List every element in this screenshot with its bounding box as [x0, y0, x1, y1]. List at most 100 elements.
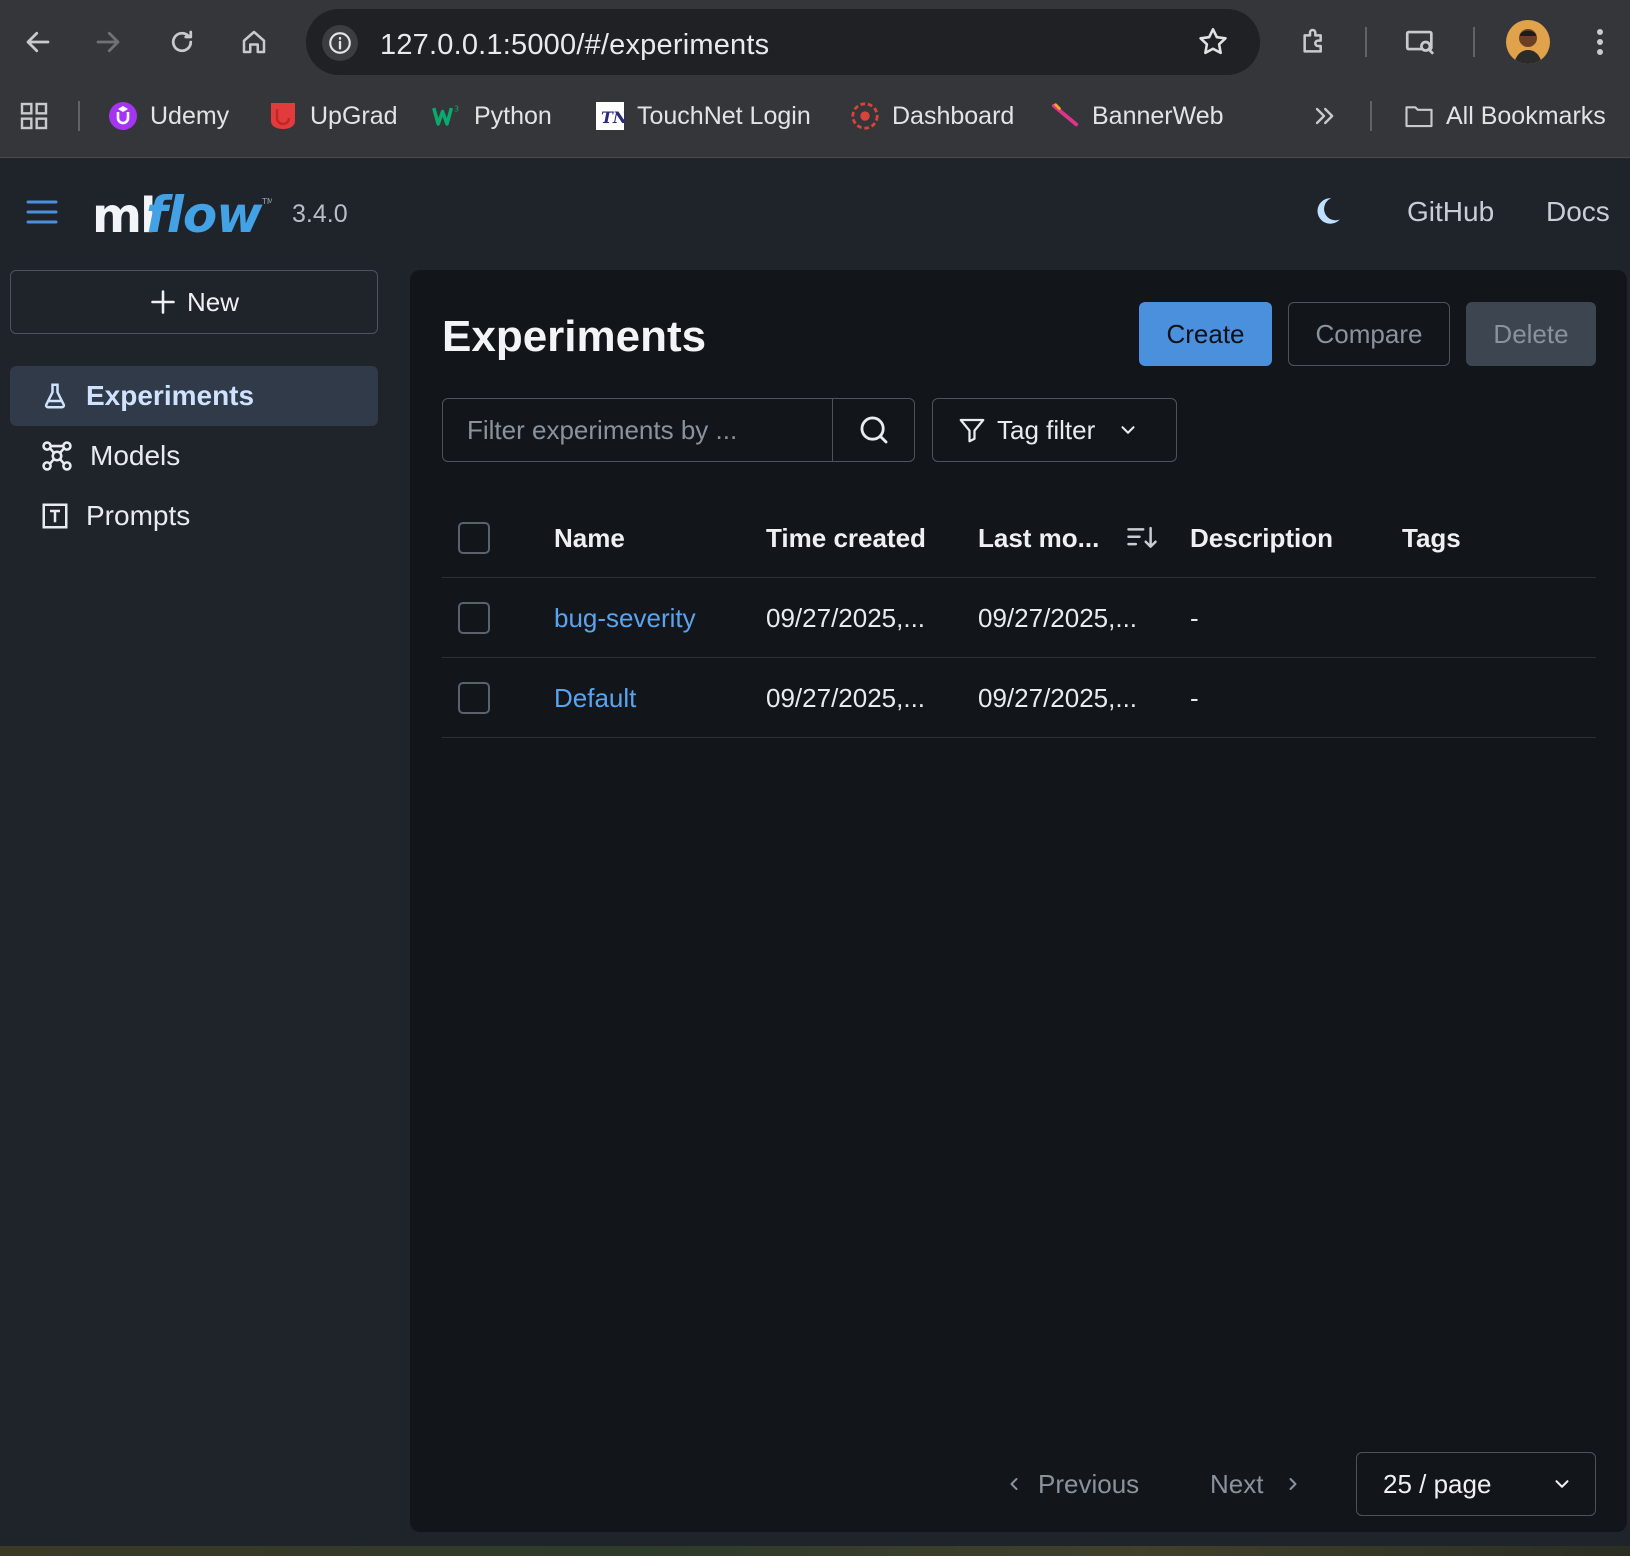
- bookmark-bannerweb[interactable]: BannerWeb: [1050, 96, 1224, 136]
- chevron-right-icon: [1289, 1478, 1297, 1490]
- compare-button[interactable]: Compare: [1288, 302, 1450, 366]
- select-all-cell: [458, 498, 490, 578]
- forward-button[interactable]: [88, 22, 128, 62]
- info-icon: [329, 32, 351, 54]
- column-header-time-created[interactable]: Time created: [766, 498, 926, 578]
- arrow-right-icon: [96, 31, 120, 53]
- bookmark-python[interactable]: 3 Python: [432, 96, 552, 136]
- sidebar-item-experiments[interactable]: Experiments: [10, 366, 378, 426]
- column-header-last-modified[interactable]: Last mo...: [978, 498, 1099, 578]
- screen-search-icon: [1405, 30, 1434, 55]
- description-cell: -: [1190, 602, 1199, 633]
- apps-grid-icon: [20, 102, 48, 130]
- all-bookmarks-button[interactable]: All Bookmarks: [1404, 96, 1606, 136]
- previous-page-button[interactable]: Previous: [1004, 1452, 1139, 1516]
- github-link[interactable]: GitHub: [1407, 196, 1494, 228]
- back-button[interactable]: [18, 22, 58, 62]
- svg-text:3: 3: [454, 105, 459, 114]
- bookmark-touchnet[interactable]: TN TouchNet Login: [595, 96, 811, 136]
- chevron-down-icon: [1555, 1480, 1569, 1488]
- main-panel: Experiments Create Compare Delete Tag fi…: [410, 270, 1627, 1532]
- flask-icon: [44, 383, 66, 409]
- puzzle-icon: [1303, 28, 1322, 53]
- chrome-separator: [1365, 27, 1367, 57]
- site-info-button[interactable]: [322, 25, 358, 61]
- page-title: Experiments: [442, 312, 707, 361]
- more-bookmarks-button[interactable]: [1310, 96, 1338, 136]
- table-header: Name Time created Last mo... Description…: [442, 498, 1596, 578]
- bannerweb-icon: [1050, 101, 1080, 131]
- docs-link[interactable]: Docs: [1546, 196, 1610, 228]
- version-label: 3.4.0: [292, 200, 348, 228]
- time-created-cell: 09/27/2025,...: [766, 682, 926, 713]
- table-row: Default 09/27/2025,... 09/27/2025,... -: [442, 658, 1596, 738]
- filter-box: [442, 398, 915, 462]
- search-button[interactable]: [832, 399, 914, 461]
- next-page-button[interactable]: Next: [1210, 1452, 1303, 1516]
- sort-descending-icon: [1127, 526, 1157, 548]
- menu-toggle-button[interactable]: [26, 198, 58, 226]
- select-all-checkbox[interactable]: [458, 522, 490, 554]
- more-vertical-icon: [1597, 29, 1603, 55]
- create-button[interactable]: Create: [1139, 302, 1272, 366]
- table-row: bug-severity 09/27/2025,... 09/27/2025,.…: [442, 578, 1596, 658]
- dashboard-icon: [850, 101, 880, 131]
- bookmark-udemy[interactable]: Udemy: [108, 96, 229, 136]
- address-bar[interactable]: 127.0.0.1:5000/#/experiments: [306, 9, 1260, 75]
- new-button[interactable]: New: [10, 270, 378, 334]
- row-checkbox[interactable]: [458, 602, 490, 634]
- svg-text:TN: TN: [601, 108, 625, 127]
- folder-icon: [1404, 101, 1434, 131]
- prompt-icon: [42, 503, 68, 529]
- last-modified-cell: 09/27/2025,...: [978, 682, 1138, 713]
- page-size-select[interactable]: 25 / page: [1356, 1452, 1596, 1516]
- sidebar-item-prompts[interactable]: Prompts: [10, 486, 378, 546]
- delete-button[interactable]: Delete: [1466, 302, 1596, 366]
- experiment-name-link[interactable]: bug-severity: [554, 578, 696, 658]
- reload-icon: [171, 30, 193, 53]
- menu-button[interactable]: [1580, 22, 1620, 62]
- extensions-button[interactable]: [1294, 22, 1334, 62]
- filter-icon: [959, 418, 985, 443]
- mlflow-logo[interactable]: ml flow TM: [92, 172, 272, 256]
- hamburger-icon: [26, 200, 58, 224]
- avatar-icon: [1514, 29, 1542, 64]
- row-checkbox[interactable]: [458, 682, 490, 714]
- svg-text:TM: TM: [261, 197, 272, 206]
- sidebar-item-models[interactable]: Models: [10, 426, 378, 486]
- touchnet-icon: TN: [595, 101, 625, 131]
- theme-toggle-button[interactable]: [1310, 194, 1344, 228]
- apps-button[interactable]: [18, 96, 50, 136]
- profile-avatar[interactable]: [1506, 20, 1550, 64]
- tab-search-button[interactable]: [1400, 22, 1440, 62]
- desktop-background: [0, 1546, 1630, 1556]
- experiment-name-link[interactable]: Default: [554, 658, 636, 738]
- w3schools-icon: 3: [432, 101, 462, 131]
- tag-filter-dropdown[interactable]: Tag filter: [932, 398, 1177, 462]
- reload-button[interactable]: [162, 22, 202, 62]
- column-header-description[interactable]: Description: [1190, 498, 1333, 578]
- bookmark-separator: [1370, 101, 1372, 131]
- browser-chrome: 127.0.0.1:5000/#/experiments Udemy UpGra…: [0, 0, 1630, 158]
- home-button[interactable]: [234, 22, 274, 62]
- sort-button[interactable]: [1126, 498, 1158, 578]
- bookmark-upgrad[interactable]: UpGrad: [268, 96, 398, 136]
- models-icon: [42, 441, 72, 471]
- last-modified-cell: 09/27/2025,...: [978, 602, 1138, 633]
- bookmark-dashboard[interactable]: Dashboard: [850, 96, 1014, 136]
- filter-input[interactable]: [443, 399, 832, 461]
- bookmarks-bar: Udemy UpGrad 3 Python TN TouchNet Login …: [0, 92, 1630, 140]
- description-cell: -: [1190, 682, 1199, 713]
- experiments-table: Name Time created Last mo... Description…: [442, 498, 1596, 738]
- chrome-separator: [1473, 27, 1475, 57]
- svg-text:flow: flow: [146, 186, 263, 244]
- bookmark-star-button[interactable]: [1196, 25, 1230, 59]
- time-created-cell: 09/27/2025,...: [766, 602, 926, 633]
- upgrad-icon: [268, 101, 298, 131]
- chevron-down-icon: [1121, 426, 1135, 434]
- udemy-icon: [108, 101, 138, 131]
- column-header-tags[interactable]: Tags: [1402, 498, 1461, 578]
- column-header-name[interactable]: Name: [554, 498, 625, 578]
- bookmark-separator: [78, 101, 80, 131]
- plus-icon: [151, 290, 175, 314]
